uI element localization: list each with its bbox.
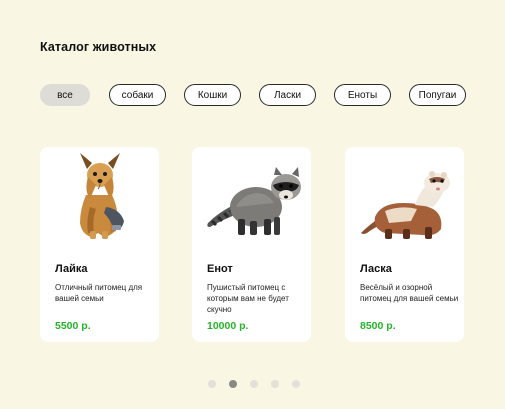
card-price: 8500 р.	[360, 320, 396, 332]
pagination-dot[interactable]	[292, 380, 300, 388]
card-price: 5500 р.	[55, 320, 91, 332]
pagination-dots	[0, 380, 505, 388]
filter-chip-dogs[interactable]: собаки	[109, 84, 166, 106]
pagination-dot-active[interactable]	[229, 380, 237, 388]
filter-chip-cats[interactable]: Кошки	[184, 84, 241, 106]
ferret-image	[361, 171, 450, 239]
card-name: Енот	[207, 263, 233, 275]
card-description: Весёлый и озорной питомец для вашей семь…	[360, 283, 459, 303]
card-description: Отличный питомец для вашей семьи	[55, 283, 143, 303]
yorkshire-terrier-image	[80, 153, 124, 239]
filter-chip-parrots[interactable]: Попугаи	[409, 84, 466, 106]
card-name: Ласка	[360, 263, 392, 275]
product-card-laika[interactable]: Лайка Отличный питомец для вашей семьи 5…	[40, 147, 159, 342]
product-card-ferret[interactable]: Ласка Весёлый и озорной питомец для ваше…	[345, 147, 464, 342]
product-card-raccoon[interactable]: Енот Пушистый питомец с которым вам не б…	[192, 147, 311, 342]
card-description: Пушистый питомец с которым вам не будет …	[207, 283, 289, 314]
card-price: 10000 р.	[207, 320, 249, 332]
filter-chip-weasels[interactable]: Ласки	[259, 84, 316, 106]
pagination-dot[interactable]	[271, 380, 279, 388]
filter-chip-all[interactable]: все	[40, 84, 90, 106]
card-name: Лайка	[55, 263, 88, 275]
pagination-dot[interactable]	[208, 380, 216, 388]
pagination-dot[interactable]	[250, 380, 258, 388]
raccoon-image	[207, 167, 301, 235]
catalog-title: Каталог животных	[40, 40, 157, 54]
filter-bar: все собаки Кошки Ласки Еноты Попугаи	[0, 84, 505, 106]
filter-chip-raccoons[interactable]: Еноты	[334, 84, 391, 106]
